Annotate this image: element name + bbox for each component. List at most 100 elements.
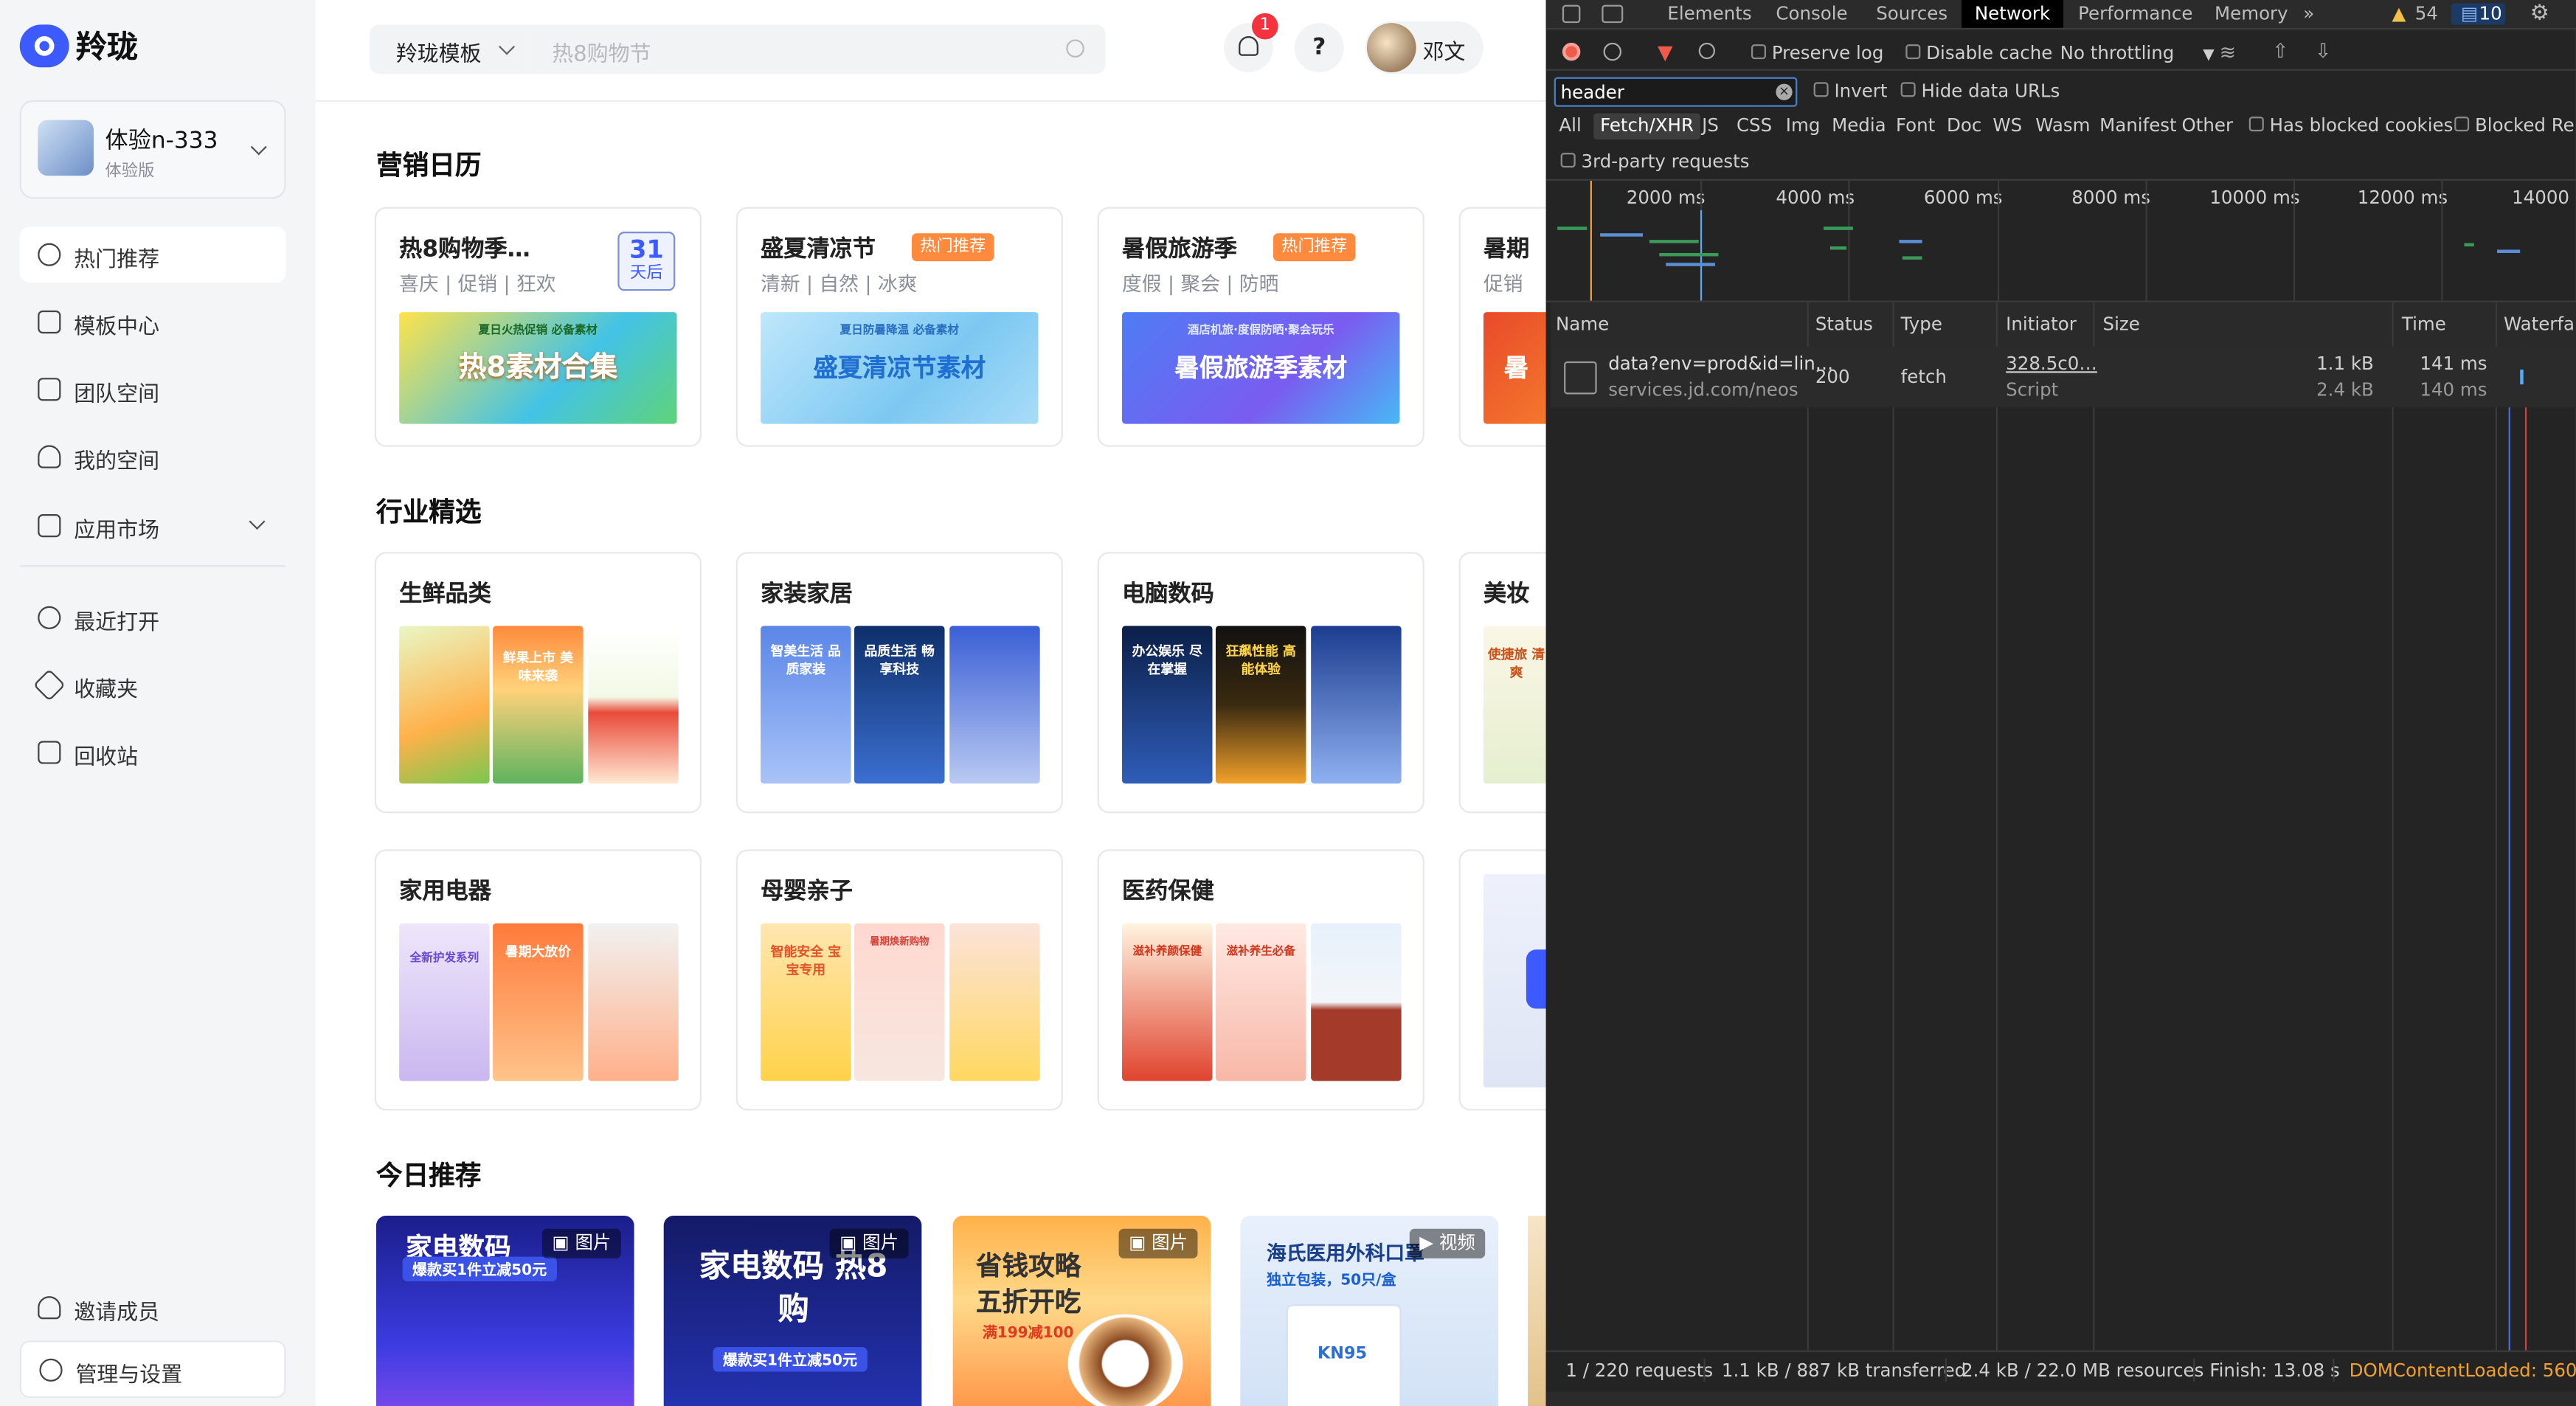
industry-card[interactable] [1458, 849, 1558, 1111]
sidebar-item-trash[interactable]: 回收站 [20, 724, 286, 780]
table-row[interactable]: data?env=prod&id=lin… services.jd.com/ne… [1551, 346, 2576, 408]
disable-cache-checkbox[interactable]: Disable cache [1905, 43, 2052, 64]
column-divider[interactable] [1995, 302, 1998, 1351]
tab-performance[interactable]: Performance [2078, 0, 2192, 28]
workspace-switcher[interactable]: 体验n-333 体验版 [19, 100, 286, 199]
logo-icon[interactable] [19, 24, 69, 68]
filter-doc[interactable]: Doc [1947, 114, 1981, 140]
device-toolbar-icon[interactable] [1602, 4, 1624, 24]
filter-wasm[interactable]: Wasm [2035, 114, 2090, 140]
inspect-icon[interactable] [1562, 4, 1581, 24]
tab-sources[interactable]: Sources [1876, 0, 1947, 28]
help-button[interactable]: ? [1294, 23, 1344, 72]
clear-icon[interactable] [1603, 42, 1622, 61]
filter-icon[interactable]: ▼ [1658, 41, 1673, 64]
col-initiator[interactable]: Initiator [2006, 314, 2077, 335]
recommend-item[interactable]: 家电数码 热8购 爆款买1件立减50元 ▣ 图片 [663, 1215, 922, 1406]
sidebar-item-favorites[interactable]: 收藏夹 [20, 657, 286, 713]
clear-filter-icon[interactable]: × [1776, 83, 1793, 100]
has-blocked-cookies-checkbox[interactable]: Has blocked cookies [2248, 114, 2453, 140]
recommend-item[interactable]: 海氏医用外科口罩 独立包装，50只/盒 KN95 ▶ 视频 [1240, 1215, 1499, 1406]
record-icon[interactable] [1562, 42, 1581, 61]
calendar-card[interactable]: 暑假旅游季 热门推荐 度假 | 聚会 | 防晒 酒店机旅·度假防晒·聚会玩乐 暑… [1097, 207, 1424, 447]
checkbox[interactable] [1905, 44, 1921, 60]
template-source-select[interactable]: 羚珑模板 [370, 24, 527, 75]
sidebar-item-recent[interactable]: 最近打开 [20, 589, 286, 645]
sidebar-item-hot[interactable]: 热门推荐 [19, 226, 286, 283]
filter-css[interactable]: CSS [1737, 114, 1772, 140]
warning-icon[interactable]: ▲ [2392, 0, 2406, 28]
tab-elements[interactable]: Elements [1667, 0, 1751, 28]
upload-icon[interactable]: ⇧ [2272, 39, 2288, 62]
filter-manifest[interactable]: Manifest [2099, 114, 2177, 140]
col-type[interactable]: Type [1901, 314, 1942, 335]
column-divider[interactable] [2392, 302, 2394, 1351]
column-divider[interactable] [2495, 302, 2498, 1351]
industry-card[interactable]: 母婴亲子 智能安全 宝宝专用 暑期焕新购物 [735, 849, 1063, 1111]
filter-fetch-xhr[interactable]: Fetch/XHR [1593, 113, 1700, 140]
col-name[interactable]: Name [1556, 314, 1609, 335]
filter-js[interactable]: JS [1702, 114, 1719, 140]
filter-all[interactable]: All [1559, 114, 1581, 140]
calendar-card[interactable]: 盛夏清凉节 热门推荐 清新 | 自然 | 冰爽 夏日防暑降温 必备素材 盛夏清凉… [735, 207, 1063, 447]
search-icon[interactable] [1698, 42, 1715, 60]
calendar-card[interactable]: 热8购物季… 31 天后 喜庆 | 促销 | 狂欢 夏日火热促销 必备素材 热8… [374, 207, 702, 447]
filter-input[interactable]: header × [1554, 77, 1798, 107]
checkbox[interactable] [1813, 82, 1829, 97]
network-conditions-icon[interactable]: ≋ [2220, 41, 2236, 64]
sidebar-item-templates[interactable]: 模板中心 [20, 294, 286, 350]
search-icon[interactable] [1066, 39, 1084, 58]
tab-console[interactable]: Console [1776, 0, 1847, 28]
tab-network[interactable]: Network [1962, 0, 2063, 28]
industry-card[interactable]: 电脑数码 办公娱乐 尽在掌握 狂飙性能 高能体验 [1097, 552, 1424, 814]
filter-font[interactable]: Font [1896, 114, 1935, 140]
checkbox[interactable] [2248, 117, 2264, 132]
app-logo-text[interactable]: 羚珑 [75, 23, 138, 67]
tab-memory[interactable]: Memory [2215, 0, 2288, 28]
request-name[interactable]: data?env=prod&id=lin… [1608, 353, 1833, 375]
industry-card[interactable]: 生鲜品类 鲜果上市 美味来袭 [374, 552, 702, 814]
user-menu[interactable]: 邓文 [1365, 21, 1483, 75]
recommend-item[interactable]: 家电数码 爆款买1件立减50元 ▣ 图片 [375, 1215, 634, 1406]
throttling-select[interactable]: No throttling ▼ [2060, 43, 2215, 64]
download-icon[interactable]: ⇩ [2315, 39, 2331, 62]
filter-img[interactable]: Img [1786, 114, 1821, 140]
warnings-count[interactable]: 54 [2415, 0, 2438, 28]
blocked-requests-checkbox[interactable]: Blocked Re [2454, 114, 2576, 140]
checkbox[interactable] [1751, 44, 1767, 60]
preserve-log-checkbox[interactable]: Preserve log [1751, 43, 1883, 64]
calendar-card[interactable]: 暑期 促销 暑 [1458, 207, 1558, 447]
hide-data-urls-checkbox[interactable]: Hide data URLs [1900, 80, 2060, 102]
search-input[interactable]: 热8购物节 [527, 24, 1106, 75]
sidebar-item-app-market[interactable]: 应用市场 [20, 498, 286, 554]
industry-card[interactable]: 家用电器 全新护发系列 暑期大放价 [374, 849, 702, 1111]
col-status[interactable]: Status [1815, 314, 1873, 335]
sidebar-item-my-space[interactable]: 我的空间 [20, 429, 286, 485]
checkbox[interactable] [2454, 117, 2470, 132]
filter-media[interactable]: Media [1832, 114, 1886, 140]
gear-icon[interactable]: ⚙ [2530, 0, 2549, 28]
filter-other[interactable]: Other [2181, 114, 2233, 140]
industry-card[interactable]: 医药保健 滋补养颜保健 滋补养生必备 [1097, 849, 1424, 1111]
filter-ws[interactable]: WS [1992, 114, 2022, 140]
invert-checkbox[interactable]: Invert [1813, 80, 1887, 102]
industry-card[interactable]: 家装家居 智美生活 品质家装 品质生活 畅享科技 [735, 552, 1063, 814]
checkbox[interactable] [1560, 153, 1576, 168]
col-time[interactable]: Time [2402, 314, 2446, 335]
checkbox[interactable] [1900, 82, 1916, 97]
column-divider[interactable] [1807, 302, 1809, 1351]
col-waterfall[interactable]: Waterfall [2504, 314, 2576, 335]
recommend-item[interactable]: 省钱攻略 五折开吃 满199减100 ▣ 图片 [952, 1215, 1211, 1406]
column-divider[interactable] [2093, 302, 2095, 1351]
recommend-item-partial[interactable] [1528, 1215, 1546, 1406]
sidebar-item-team[interactable]: 团队空间 [20, 361, 286, 418]
more-tabs-icon[interactable]: » [2303, 0, 2314, 28]
column-divider[interactable] [1892, 302, 1894, 1351]
settings-button[interactable]: 管理与设置 [19, 1340, 286, 1399]
network-overview[interactable]: 2000 ms 4000 ms 6000 ms 8000 ms 10000 ms… [1551, 180, 2576, 301]
industry-card[interactable]: 美妆 使捷旅 清爽 [1458, 552, 1558, 814]
invite-member-button[interactable]: 邀请成员 [20, 1280, 286, 1336]
request-initiator[interactable]: 328.5c0… [2006, 353, 2097, 375]
col-size[interactable]: Size [2103, 314, 2140, 335]
third-party-checkbox[interactable]: 3rd-party requests [1560, 151, 1750, 173]
